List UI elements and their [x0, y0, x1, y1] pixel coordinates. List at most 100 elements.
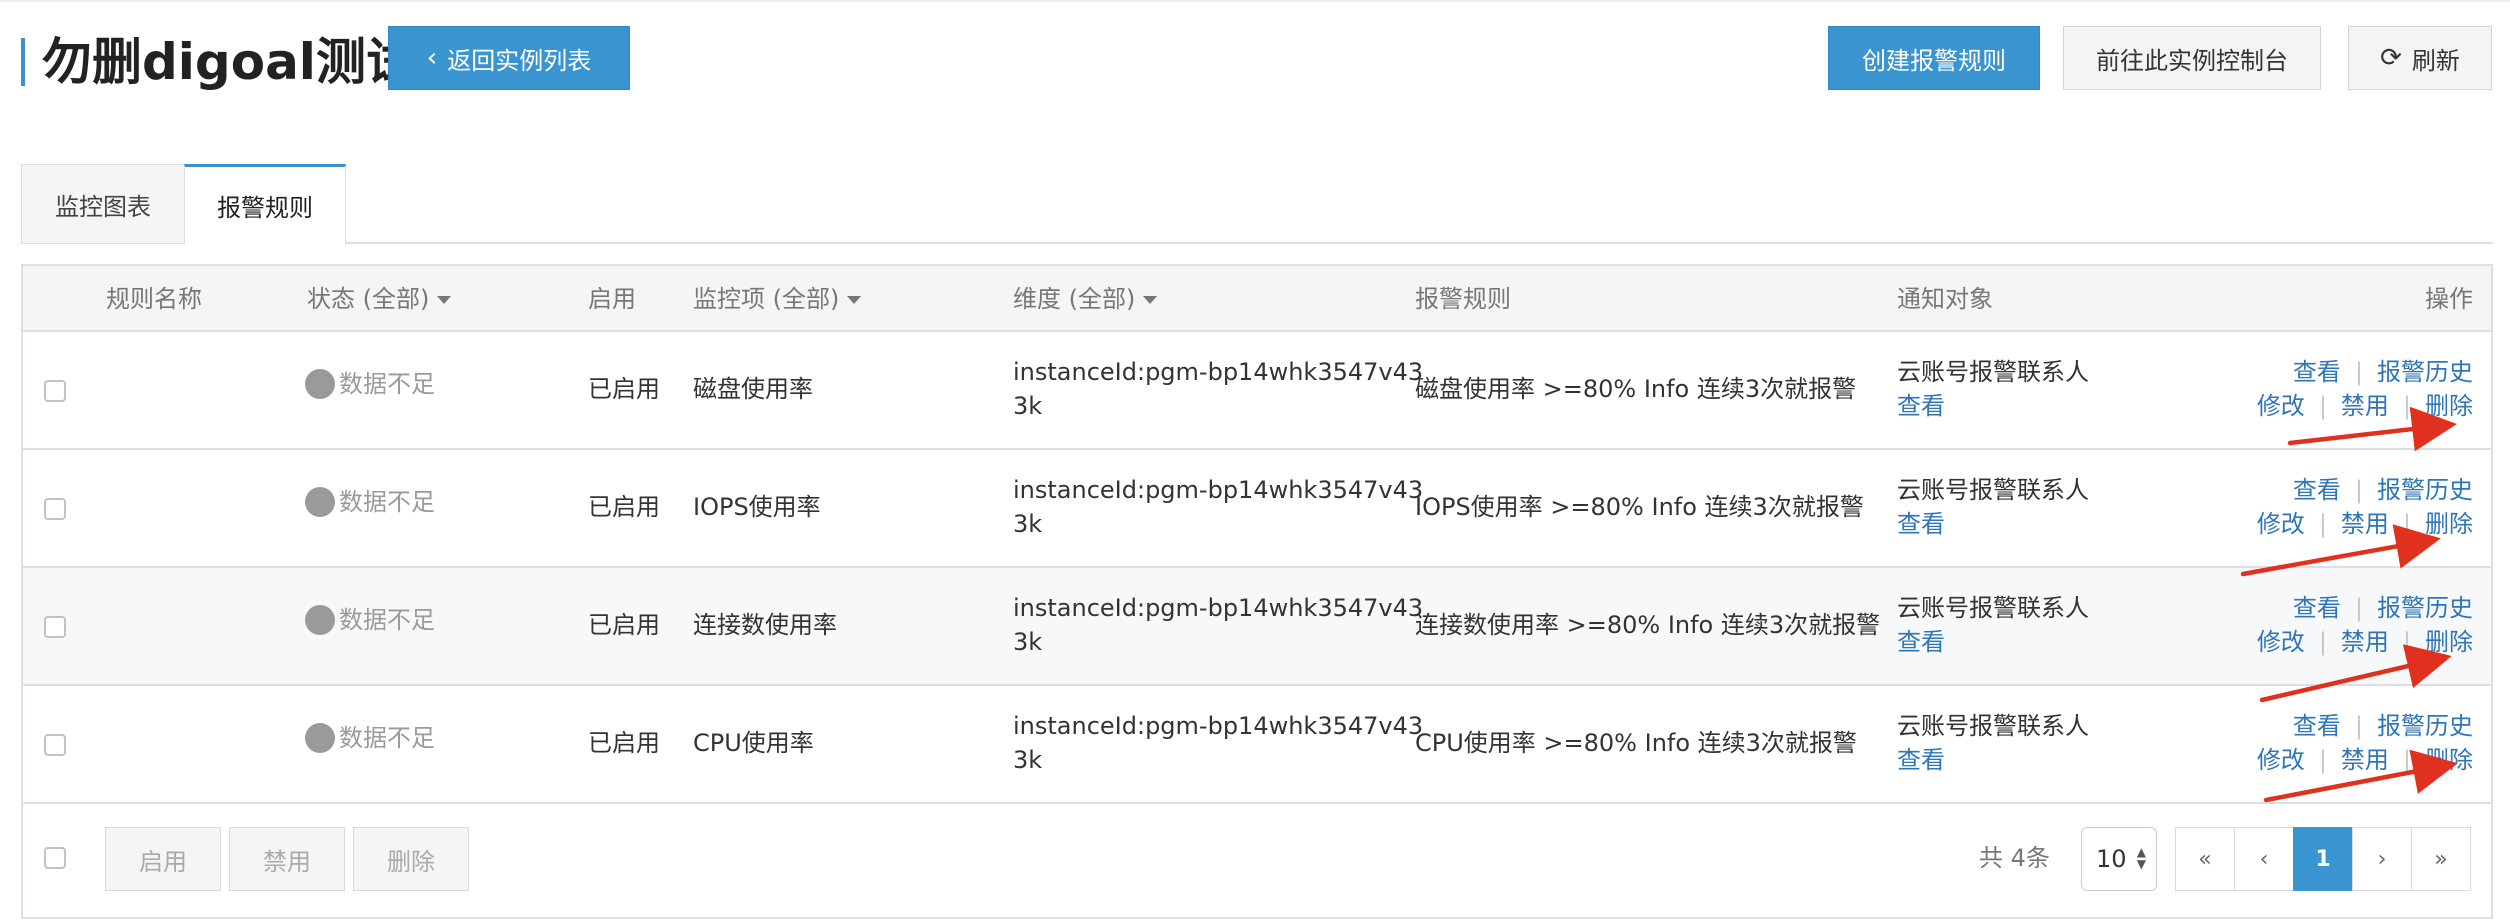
dimension-line: instanceId:pgm-bp14whk3547v43 — [1013, 712, 1424, 740]
caret-down-icon — [1143, 296, 1158, 304]
notify-view-link[interactable]: 查看 — [1897, 625, 2089, 659]
column-notify-target: 通知对象 — [1897, 285, 1993, 313]
metric-cell: CPU使用率 — [693, 729, 814, 757]
delete-link[interactable]: 删除 — [2425, 510, 2473, 538]
dimension-line: instanceId:pgm-bp14whk3547v43 — [1013, 476, 1424, 504]
row-actions: 查看 | 报警历史 修改 | 禁用 | 删除 — [2257, 591, 2473, 659]
refresh-label: 刷新 — [2411, 46, 2460, 75]
disable-link[interactable]: 禁用 — [2341, 746, 2389, 774]
delete-link[interactable]: 删除 — [2425, 392, 2473, 420]
separator: | — [2402, 746, 2411, 774]
alarm-rule-cell: CPU使用率 >=80% Info 连续3次就报警 — [1415, 729, 1857, 757]
row-checkbox[interactable] — [44, 380, 66, 402]
refresh-button[interactable]: ⟳ 刷新 — [2348, 26, 2492, 90]
title-accent-bar — [21, 38, 25, 86]
back-to-list-button[interactable]: ‹ 返回实例列表 — [388, 26, 630, 90]
delete-link[interactable]: 删除 — [2425, 628, 2473, 656]
separator: | — [2318, 510, 2327, 538]
notify-name: 云账号报警联系人 — [1897, 594, 2089, 622]
separator: | — [2402, 510, 2411, 538]
metric-cell: IOPS使用率 — [693, 493, 821, 521]
alarm-history-link[interactable]: 报警历史 — [2377, 476, 2473, 504]
table-row: 数据不足 已启用 CPU使用率 instanceId:pgm-bp14whk35… — [23, 686, 2491, 804]
first-page-button[interactable]: « — [2175, 827, 2235, 891]
create-alarm-rule-button[interactable]: 创建报警规则 — [1828, 26, 2040, 90]
notify-cell: 云账号报警联系人 查看 — [1897, 709, 2089, 777]
page-number-button[interactable]: 1 — [2293, 827, 2353, 891]
edit-link[interactable]: 修改 — [2257, 510, 2305, 538]
delete-link[interactable]: 删除 — [2425, 746, 2473, 774]
tab-monitor-charts[interactable]: 监控图表 — [21, 164, 185, 244]
top-border — [0, 0, 2510, 2]
row-checkbox[interactable] — [44, 616, 66, 638]
notify-name: 云账号报警联系人 — [1897, 476, 2089, 504]
column-rule-name: 规则名称 — [106, 285, 202, 313]
column-metric-filter[interactable]: 监控项 (全部) — [693, 266, 862, 332]
enabled-cell: 已启用 — [588, 611, 660, 639]
table-row: 数据不足 已启用 连接数使用率 instanceId:pgm-bp14whk35… — [23, 568, 2491, 686]
separator: | — [2354, 594, 2363, 622]
edit-link[interactable]: 修改 — [2257, 746, 2305, 774]
separator: | — [2354, 712, 2363, 740]
separator: | — [2354, 476, 2363, 504]
column-status-label: 状态 (全部) — [307, 285, 430, 313]
page-size-select[interactable]: 10 ▲ ▼ — [2081, 827, 2157, 891]
select-all-checkbox[interactable] — [44, 847, 66, 869]
disable-link[interactable]: 禁用 — [2341, 392, 2389, 420]
status-text: 数据不足 — [339, 724, 435, 752]
row-checkbox[interactable] — [44, 734, 66, 756]
notify-view-link[interactable]: 查看 — [1897, 389, 2089, 423]
notify-view-link[interactable]: 查看 — [1897, 507, 2089, 541]
enabled-cell: 已启用 — [588, 729, 660, 757]
notify-view-link[interactable]: 查看 — [1897, 743, 2089, 777]
status-text: 数据不足 — [339, 370, 435, 398]
separator: | — [2402, 628, 2411, 656]
metric-cell: 磁盘使用率 — [693, 375, 813, 403]
next-page-button[interactable]: › — [2352, 827, 2412, 891]
prev-page-button[interactable]: ‹ — [2234, 827, 2294, 891]
go-to-console-button[interactable]: 前往此实例控制台 — [2063, 26, 2321, 90]
row-actions: 查看 | 报警历史 修改 | 禁用 | 删除 — [2257, 355, 2473, 423]
notify-cell: 云账号报警联系人查看 — [1897, 473, 2089, 541]
tab-alarm-rules[interactable]: 报警规则 — [184, 164, 346, 246]
dimension-line: instanceId:pgm-bp14whk3547v43 — [1013, 594, 1424, 622]
edit-link[interactable]: 修改 — [2257, 392, 2305, 420]
edit-link[interactable]: 修改 — [2257, 628, 2305, 656]
alarm-rule-cell: IOPS使用率 >=80% Info 连续3次就报警 — [1415, 493, 1864, 521]
table-row: 数据不足 已启用 磁盘使用率 instanceId:pgm-bp14whk354… — [23, 332, 2491, 450]
dimension-cell: instanceId:pgm-bp14whk3547v43 3k — [1013, 591, 1423, 659]
batch-enable-button[interactable]: 启用 — [105, 827, 221, 891]
row-actions: 查看 | 报警历史 修改 | 禁用 | 删除 — [2257, 473, 2473, 541]
dimension-line: 3k — [1013, 746, 1043, 774]
notify-cell: 云账号报警联系人查看 — [1897, 591, 2089, 659]
view-link[interactable]: 查看 — [2293, 476, 2341, 504]
status-cell: 数据不足 — [305, 602, 435, 637]
row-checkbox[interactable] — [44, 498, 66, 520]
last-page-button[interactable]: » — [2411, 827, 2471, 891]
alarm-history-link[interactable]: 报警历史 — [2377, 358, 2473, 386]
status-cell: 数据不足 — [305, 720, 435, 755]
enabled-cell: 已启用 — [588, 493, 660, 521]
gray-circle-icon — [305, 369, 335, 399]
refresh-icon: ⟳ — [2380, 43, 2402, 73]
separator: | — [2402, 392, 2411, 420]
status-text: 数据不足 — [339, 488, 435, 516]
alarm-history-link[interactable]: 报警历史 — [2377, 712, 2473, 740]
batch-delete-button[interactable]: 删除 — [353, 827, 469, 891]
alarm-history-link[interactable]: 报警历史 — [2377, 594, 2473, 622]
disable-link[interactable]: 禁用 — [2341, 510, 2389, 538]
alarm-rule-cell: 连接数使用率 >=80% Info 连续3次就报警 — [1415, 611, 1881, 639]
column-alarm-rule: 报警规则 — [1415, 285, 1511, 313]
batch-disable-button[interactable]: 禁用 — [229, 827, 345, 891]
view-link[interactable]: 查看 — [2293, 712, 2341, 740]
view-link[interactable]: 查看 — [2293, 358, 2341, 386]
column-dimension-filter[interactable]: 维度 (全部) — [1013, 266, 1158, 332]
column-status-filter[interactable]: 状态 (全部) — [307, 266, 452, 332]
separator: | — [2318, 746, 2327, 774]
notify-cell: 云账号报警联系人 查看 — [1897, 355, 2089, 423]
back-to-list-label: 返回实例列表 — [447, 46, 592, 75]
view-link[interactable]: 查看 — [2293, 594, 2341, 622]
separator: | — [2318, 392, 2327, 420]
disable-link[interactable]: 禁用 — [2341, 628, 2389, 656]
gray-circle-icon — [305, 487, 335, 517]
